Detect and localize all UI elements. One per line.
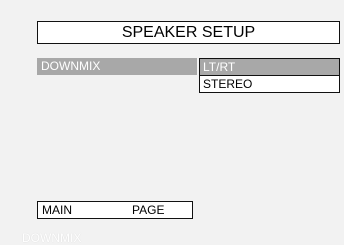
main-page-button[interactable]: MAIN PAGE [37, 201, 193, 219]
status-text: DOWNMIX [22, 231, 82, 245]
page-title-text: SPEAKER SETUP [121, 24, 256, 41]
downmix-setting-label[interactable]: DOWNMIX [37, 58, 197, 75]
page-title: SPEAKER SETUP [37, 21, 340, 44]
page-label: PAGE [132, 203, 165, 217]
downmix-options-list[interactable]: LT/RT STEREO [199, 58, 340, 93]
main-label: MAIN [42, 203, 72, 217]
option-lt-rt[interactable]: LT/RT [200, 59, 339, 76]
option-stereo[interactable]: STEREO [200, 76, 339, 92]
